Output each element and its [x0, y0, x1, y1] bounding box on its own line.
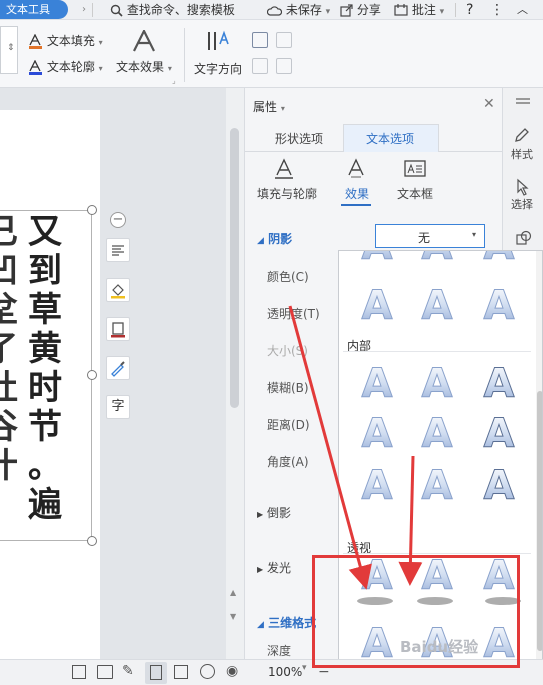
annotation-arrow — [288, 305, 372, 590]
watermark: Baidu经验 — [400, 638, 479, 656]
